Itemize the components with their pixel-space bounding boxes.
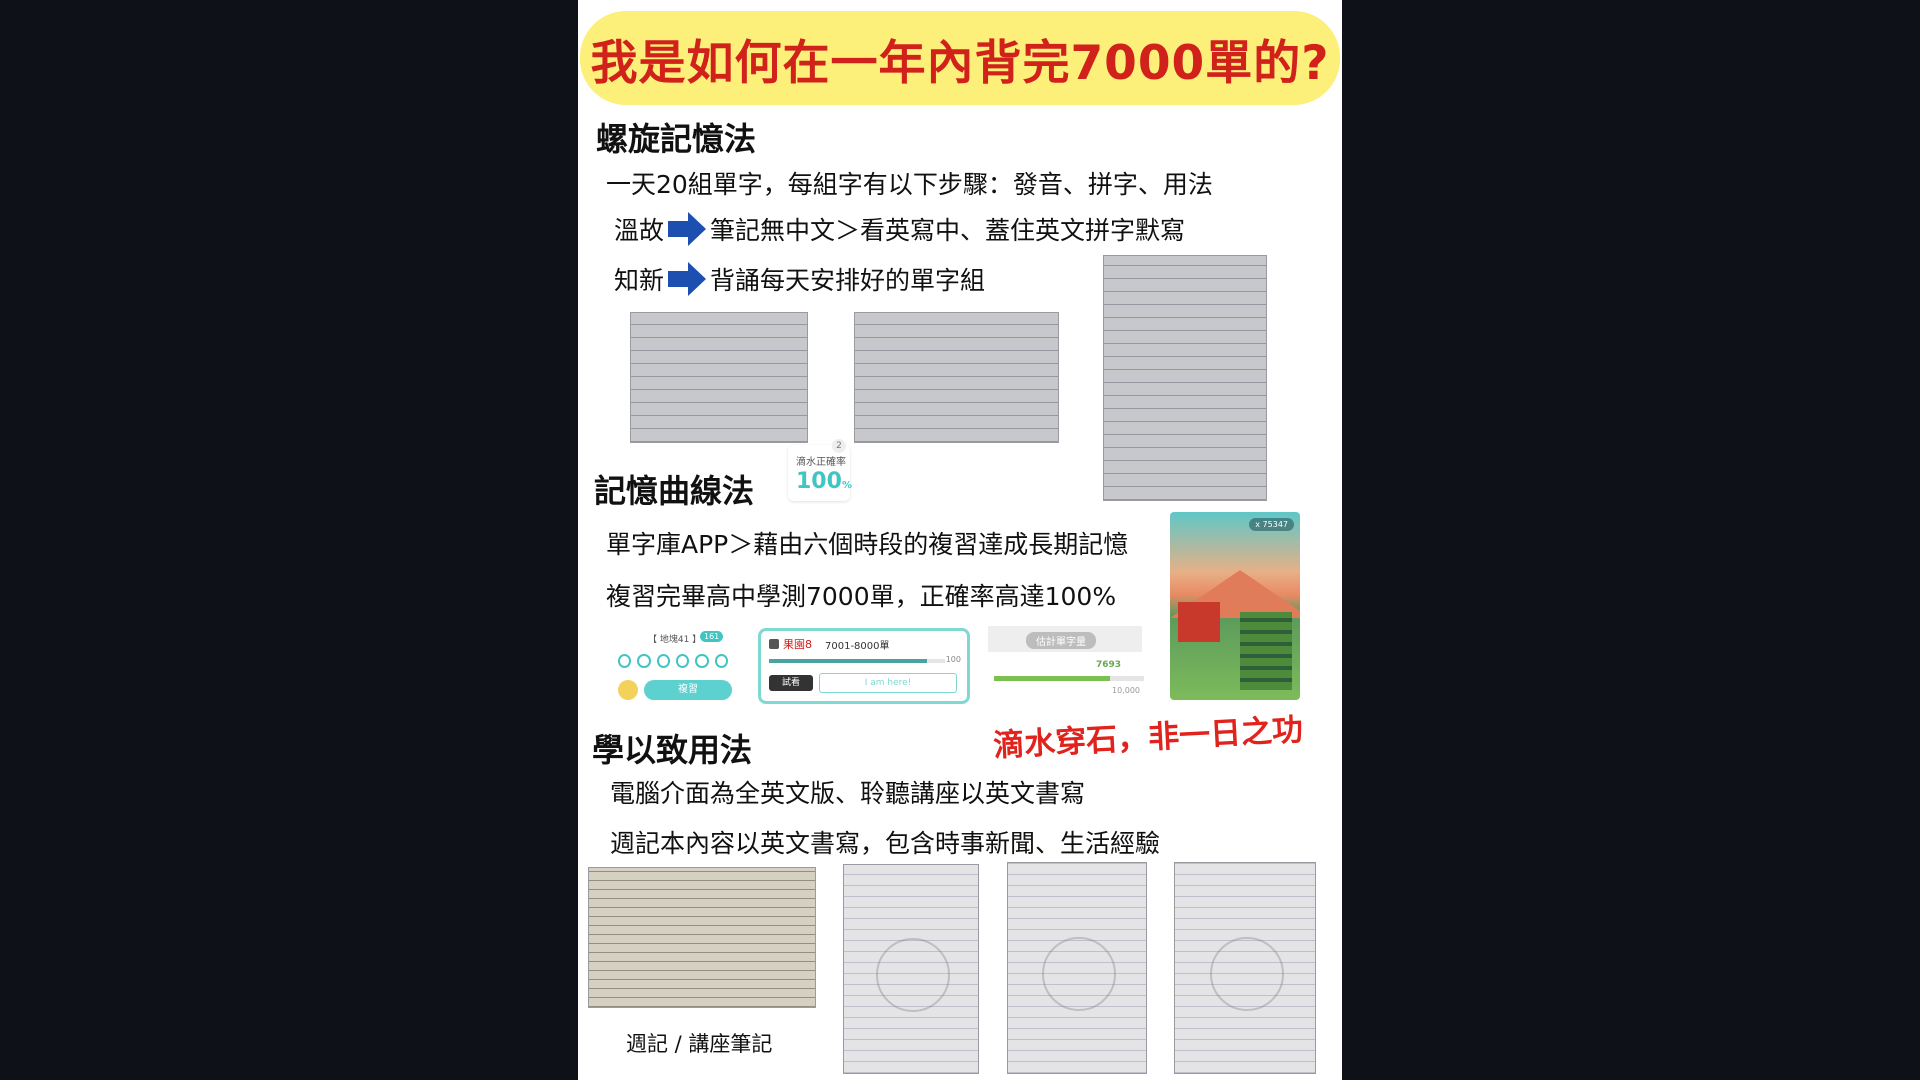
apply-line-1: 電腦介面為全英文版、聆聽講座以英文書寫: [610, 779, 1086, 808]
map-label: 【 地塊41 】: [648, 635, 702, 645]
journal-page-1: [843, 864, 979, 1074]
map-card: 【 地塊41 】 161 複習: [604, 624, 734, 702]
emblem-icon: [1210, 937, 1284, 1012]
progress-card: 果園8 7001-8000單 100 試看 I am here!: [758, 628, 970, 704]
review-text: 筆記無中文＞看英寫中、蓋住英文拼字默寫: [710, 216, 1186, 245]
accuracy-value: 100%: [796, 469, 852, 494]
arrow-right-icon: [668, 262, 707, 296]
progress-max: 100: [945, 655, 961, 664]
arrow-right-icon: [668, 212, 707, 246]
range-label: 7001-8000單: [825, 641, 890, 652]
worksheet-photo-2: [854, 312, 1059, 443]
estimate-value: 7693: [1096, 660, 1122, 670]
review-label: 溫故: [614, 216, 665, 245]
apply-line-2: 週記本內容以英文書寫，包含時事新聞、生活經驗: [610, 829, 1161, 858]
game-scene-image: x 75347: [1170, 512, 1300, 700]
notebook-photo: [588, 867, 816, 1008]
review-button[interactable]: 複習: [644, 680, 732, 700]
curve-line-2: 複習完畢高中學測7000單，正確率高達100%: [606, 582, 1117, 611]
emblem-icon: [876, 938, 950, 1013]
accuracy-badge: 2: [832, 439, 846, 453]
estimate-max: 10,000: [1112, 686, 1140, 695]
progress-bar: [769, 659, 945, 663]
title-banner: 我是如何在一年內背完7000單的?: [580, 11, 1340, 105]
here-input[interactable]: I am here!: [819, 673, 957, 693]
spiral-review-row: 溫故 筆記無中文＞看英寫中、蓋住英文拼字默寫: [614, 211, 1185, 247]
worksheet-photo-3: [1103, 255, 1267, 501]
journal-page-2: [1007, 862, 1147, 1074]
stage-dots: [618, 654, 728, 668]
estimate-label: 估計單字量: [988, 626, 1142, 652]
curve-line-1: 單字庫APP＞藉由六個時段的複習達成長期記憶: [606, 530, 1129, 559]
new-text: 背誦每天安排好的單字組: [710, 266, 986, 295]
section-title-spiral: 螺旋記憶法: [596, 120, 757, 158]
orchard-icon: [769, 639, 779, 649]
new-label: 知新: [614, 266, 665, 295]
map-badge: 161: [700, 631, 724, 642]
journal-page-3: [1174, 862, 1316, 1074]
slogan: 滴水穿石，非一日之功: [992, 711, 1304, 765]
section-title-apply: 學以致用法: [592, 731, 753, 769]
crop-grid: [1240, 612, 1292, 690]
barn-shape: [1178, 602, 1220, 642]
page-title: 我是如何在一年內背完7000單的?: [590, 35, 1330, 91]
group-label: 果園8: [783, 638, 812, 651]
worksheet-photo-1: [630, 312, 808, 443]
coin-counter: x 75347: [1249, 518, 1294, 531]
menu-icon[interactable]: [618, 680, 638, 700]
emblem-icon: [1042, 937, 1116, 1012]
accuracy-label: 滴水正確率: [796, 457, 846, 468]
section-title-curve: 記憶曲線法: [594, 472, 755, 510]
estimate-card: 估計單字量 7693 10,000: [988, 626, 1144, 698]
estimate-bar: [994, 676, 1144, 681]
try-button[interactable]: 試看: [769, 675, 813, 691]
spiral-new-row: 知新 背誦每天安排好的單字組: [614, 261, 985, 297]
spiral-line-1: 一天20組單字，每組字有以下步驟：發音、拼字、用法: [606, 170, 1213, 199]
accuracy-card: 滴水正確率 100% 2: [788, 439, 852, 501]
notebook-caption: 週記 / 講座筆記: [626, 1032, 773, 1056]
